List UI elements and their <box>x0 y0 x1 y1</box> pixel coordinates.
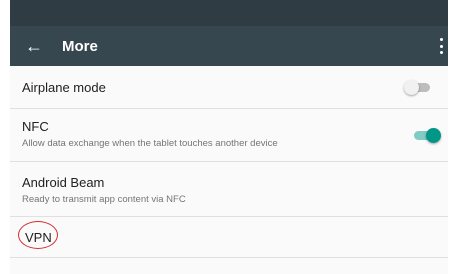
status-bar <box>10 0 448 26</box>
arrow-left-icon[interactable]: ← <box>16 26 52 66</box>
more-vert-icon[interactable] <box>438 38 444 54</box>
setting-airplane-mode[interactable]: Airplane mode <box>10 66 448 109</box>
setting-subtitle: Allow data exchange when the tablet touc… <box>22 138 278 149</box>
nfc-toggle[interactable] <box>412 127 442 143</box>
setting-title: Android Beam <box>22 175 105 190</box>
airplane-mode-toggle[interactable] <box>404 79 434 95</box>
setting-android-beam[interactable]: Android Beam Ready to transmit app conte… <box>10 162 448 217</box>
setting-nfc[interactable]: NFC Allow data exchange when the tablet … <box>10 109 448 162</box>
setting-title: Airplane mode <box>22 80 106 95</box>
setting-title: VPN <box>25 230 52 245</box>
setting-vpn[interactable]: VPN <box>10 217 448 258</box>
app-toolbar: ← More <box>10 26 448 66</box>
setting-subtitle: Ready to transmit app content via NFC <box>22 194 186 205</box>
settings-list: Airplane mode NFC Allow data exchange wh… <box>10 66 448 274</box>
page-title: More <box>62 37 98 55</box>
setting-title: NFC <box>22 119 49 134</box>
